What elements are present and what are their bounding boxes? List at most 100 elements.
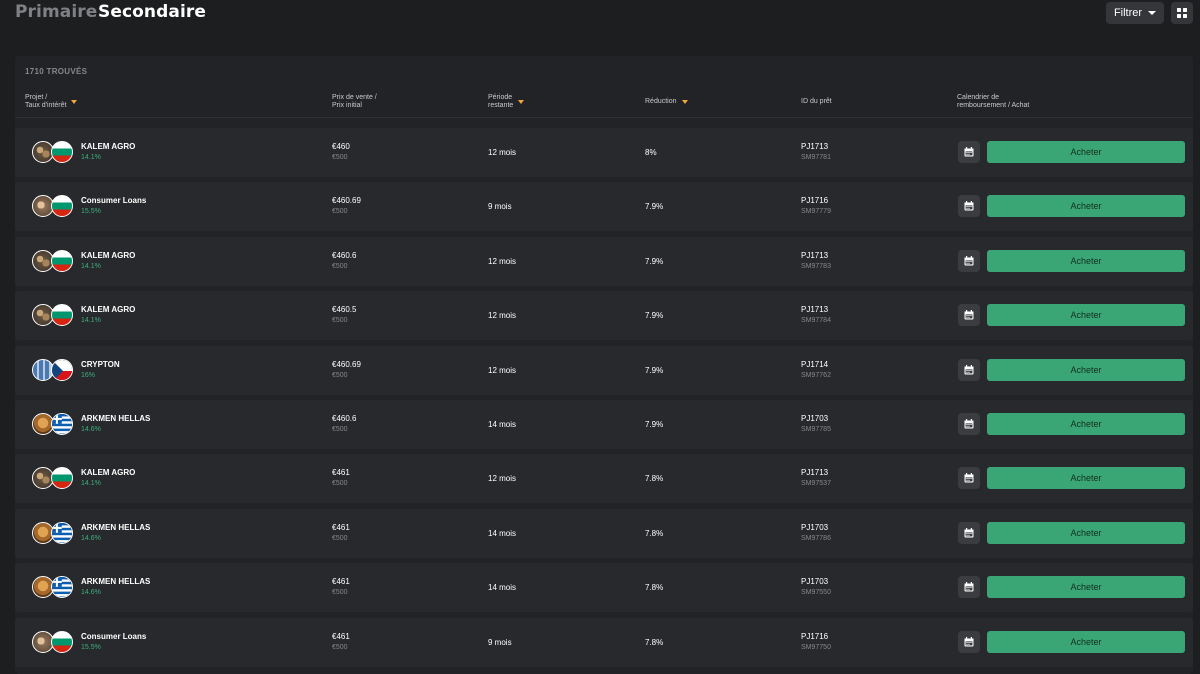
discount-value: 7.9%	[645, 202, 664, 212]
grid-view-button[interactable]	[1171, 2, 1193, 24]
project-name[interactable]: CRYPTON	[81, 360, 120, 369]
header-schedule: Calendrier de remboursement / Achat	[957, 94, 1029, 110]
secondary-id: SM97786	[801, 534, 831, 542]
project-name[interactable]: ARKMEN HELLAS	[81, 414, 150, 423]
buy-button[interactable]: Acheter	[987, 358, 1185, 381]
initial-price: €500	[332, 534, 348, 542]
top-bar: Primaire Secondaire Filtrer	[0, 0, 1200, 30]
header-discount-label: Réduction	[645, 98, 677, 105]
sale-price: €461	[332, 522, 350, 532]
header-loan-id: ID du prêt	[801, 98, 832, 106]
project-name[interactable]: ARKMEN HELLAS	[81, 577, 150, 586]
schedule-button[interactable]	[958, 249, 980, 272]
table-row: Consumer Loans 15.5% €461 €500 9 mois 7.…	[15, 617, 1193, 667]
initial-price: €500	[332, 208, 348, 216]
loan-id[interactable]: PJ1703	[801, 577, 828, 586]
buy-button[interactable]: Acheter	[987, 467, 1185, 490]
schedule-button[interactable]	[958, 521, 980, 544]
remaining-period: 9 mois	[488, 637, 512, 647]
buy-button[interactable]: Acheter	[987, 195, 1185, 218]
sale-price: €460.69	[332, 359, 361, 369]
filter-label: Filtrer	[1113, 7, 1143, 19]
buy-button[interactable]: Acheter	[987, 521, 1185, 544]
calendar-icon	[964, 419, 974, 429]
project-name[interactable]: Consumer Loans	[81, 632, 146, 641]
project-name[interactable]: KALEM AGRO	[81, 305, 135, 314]
discount-value: 7.9%	[645, 311, 664, 321]
loan-id[interactable]: PJ1703	[801, 523, 828, 532]
initial-price: €500	[332, 426, 348, 433]
header-period-line1: Période	[488, 94, 513, 101]
header-project[interactable]: Projet / Taux d'intérêt	[25, 94, 78, 110]
initial-price: €500	[332, 317, 348, 325]
project-name[interactable]: KALEM AGRO	[81, 468, 135, 477]
schedule-button[interactable]	[958, 358, 980, 381]
country-flag-icon	[51, 304, 73, 327]
secondary-id: SM97550	[801, 589, 831, 597]
sale-price: €460.5	[332, 305, 357, 315]
table-row: Consumer Loans 15.5% €460.69 €500 9 mois…	[15, 182, 1193, 232]
tab-primary[interactable]: Primaire	[15, 2, 97, 22]
interest-rate: 14.1%	[81, 317, 101, 325]
header-price-line2: Prix initial	[332, 102, 362, 109]
header-discount[interactable]: Réduction	[645, 98, 688, 106]
loan-id[interactable]: PJ1716	[801, 196, 828, 205]
project-name[interactable]: KALEM AGRO	[81, 142, 135, 151]
table-header: Projet / Taux d'intérêt Prix de vente / Pr…	[15, 88, 1193, 118]
country-flag-icon	[51, 358, 73, 381]
loan-id[interactable]: PJ1714	[801, 360, 828, 369]
project-name[interactable]: ARKMEN HELLAS	[81, 523, 150, 532]
country-flag-icon	[51, 521, 73, 544]
schedule-button[interactable]	[958, 304, 980, 327]
interest-rate: 16%	[81, 371, 96, 379]
secondary-id: SM97537	[801, 480, 831, 488]
sort-caret-icon	[518, 100, 525, 104]
tab-secondary[interactable]: Secondaire	[98, 2, 206, 22]
loan-id[interactable]: PJ1713	[801, 142, 828, 151]
buy-button[interactable]: Acheter	[987, 576, 1185, 599]
schedule-button[interactable]	[958, 413, 980, 435]
sale-price: €461	[332, 631, 350, 641]
sale-price: €460	[332, 142, 350, 151]
buy-button[interactable]: Acheter	[987, 141, 1185, 163]
discount-value: 7.9%	[645, 256, 664, 266]
schedule-button[interactable]	[958, 630, 980, 653]
buy-button[interactable]: Acheter	[987, 304, 1185, 327]
schedule-button[interactable]	[958, 467, 980, 490]
discount-value: 7.8%	[645, 583, 664, 593]
buy-button[interactable]: Acheter	[987, 413, 1185, 435]
project-name[interactable]: KALEM AGRO	[81, 251, 135, 260]
buy-button[interactable]: Acheter	[987, 249, 1185, 272]
schedule-button[interactable]	[958, 195, 980, 218]
secondary-id: SM97750	[801, 643, 831, 651]
interest-rate: 15.5%	[81, 643, 101, 651]
loan-id[interactable]: PJ1713	[801, 305, 828, 314]
filter-button[interactable]: Filtrer	[1106, 2, 1164, 24]
header-period[interactable]: Période restante	[488, 94, 525, 110]
schedule-button[interactable]	[958, 141, 980, 163]
remaining-period: 12 mois	[488, 311, 517, 321]
discount-value: 7.9%	[645, 365, 664, 375]
remaining-period: 14 mois	[488, 420, 517, 429]
table-row: KALEM AGRO 14.1% €460 €500 12 mois 8% PJ…	[15, 128, 1193, 177]
schedule-button[interactable]	[958, 576, 980, 599]
initial-price: €500	[332, 262, 348, 270]
header-loan-id-label: ID du prêt	[801, 98, 832, 105]
calendar-icon	[964, 636, 974, 647]
buy-button[interactable]: Acheter	[987, 630, 1185, 653]
sort-caret-icon	[71, 100, 78, 104]
loan-id[interactable]: PJ1703	[801, 414, 828, 423]
header-period-line2: restante	[488, 102, 514, 109]
table-row: KALEM AGRO 14.1% €461 €500 12 mois 7.8% …	[15, 454, 1193, 504]
discount-value: 7.8%	[645, 637, 664, 647]
project-name[interactable]: Consumer Loans	[81, 196, 146, 205]
loan-id[interactable]: PJ1713	[801, 251, 828, 260]
calendar-icon	[964, 527, 974, 538]
interest-rate: 14.1%	[81, 154, 101, 161]
header-project-line1: Projet /	[25, 94, 48, 101]
initial-price: €500	[332, 589, 348, 597]
loan-id[interactable]: PJ1713	[801, 468, 828, 477]
loan-id[interactable]: PJ1716	[801, 632, 828, 641]
initial-price: €500	[332, 371, 348, 379]
country-flag-icon	[51, 576, 73, 599]
